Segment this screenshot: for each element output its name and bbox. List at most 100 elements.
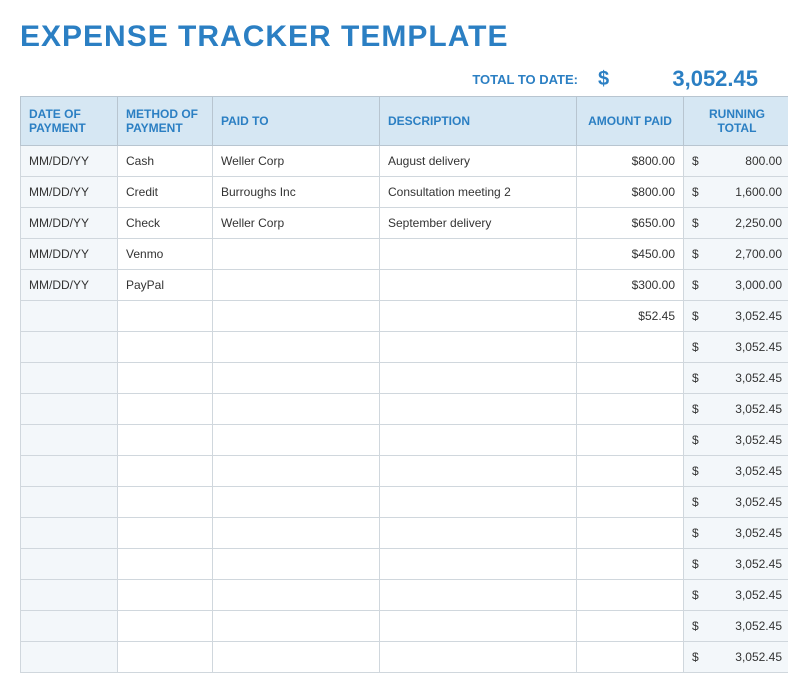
cell-method[interactable] — [118, 363, 213, 394]
cell-date[interactable] — [21, 549, 118, 580]
cell-paidto[interactable] — [213, 549, 380, 580]
cell-desc[interactable] — [380, 580, 577, 611]
cell-date[interactable]: MM/DD/YY — [21, 177, 118, 208]
cell-amount[interactable]: $800.00 — [577, 177, 684, 208]
cell-paidto[interactable] — [213, 456, 380, 487]
cell-paidto[interactable] — [213, 270, 380, 301]
cell-amount[interactable] — [577, 332, 684, 363]
cell-method[interactable] — [118, 394, 213, 425]
cell-running[interactable]: $3,052.45 — [684, 518, 788, 549]
cell-running[interactable]: $3,052.45 — [684, 301, 788, 332]
cell-running[interactable]: $3,052.45 — [684, 487, 788, 518]
cell-paidto[interactable] — [213, 642, 380, 673]
cell-method[interactable] — [118, 456, 213, 487]
cell-amount[interactable] — [577, 456, 684, 487]
cell-running[interactable]: $3,052.45 — [684, 394, 788, 425]
cell-desc[interactable]: September delivery — [380, 208, 577, 239]
cell-date[interactable]: MM/DD/YY — [21, 208, 118, 239]
cell-desc[interactable] — [380, 301, 577, 332]
cell-running[interactable]: $3,052.45 — [684, 580, 788, 611]
cell-running[interactable]: $800.00 — [684, 146, 788, 177]
cell-desc[interactable] — [380, 394, 577, 425]
cell-method[interactable]: Cash — [118, 146, 213, 177]
cell-desc[interactable] — [380, 611, 577, 642]
cell-method[interactable] — [118, 425, 213, 456]
cell-method[interactable]: PayPal — [118, 270, 213, 301]
cell-date[interactable]: MM/DD/YY — [21, 239, 118, 270]
cell-amount[interactable] — [577, 642, 684, 673]
cell-running[interactable]: $3,052.45 — [684, 332, 788, 363]
cell-desc[interactable]: Consultation meeting 2 — [380, 177, 577, 208]
cell-desc[interactable] — [380, 332, 577, 363]
cell-running[interactable]: $3,000.00 — [684, 270, 788, 301]
cell-running[interactable]: $3,052.45 — [684, 549, 788, 580]
cell-desc[interactable]: August delivery — [380, 146, 577, 177]
cell-desc[interactable] — [380, 642, 577, 673]
cell-paidto[interactable] — [213, 301, 380, 332]
cell-paidto[interactable] — [213, 363, 380, 394]
cell-paidto[interactable]: Weller Corp — [213, 208, 380, 239]
cell-amount[interactable]: $650.00 — [577, 208, 684, 239]
cell-method[interactable] — [118, 611, 213, 642]
cell-running[interactable]: $3,052.45 — [684, 456, 788, 487]
cell-amount[interactable] — [577, 487, 684, 518]
cell-method[interactable] — [118, 301, 213, 332]
cell-running[interactable]: $3,052.45 — [684, 642, 788, 673]
cell-paidto[interactable] — [213, 239, 380, 270]
cell-desc[interactable] — [380, 487, 577, 518]
cell-running[interactable]: $3,052.45 — [684, 363, 788, 394]
cell-method[interactable]: Credit — [118, 177, 213, 208]
cell-date[interactable] — [21, 332, 118, 363]
cell-date[interactable] — [21, 394, 118, 425]
cell-amount[interactable]: $800.00 — [577, 146, 684, 177]
cell-paidto[interactable] — [213, 425, 380, 456]
cell-method[interactable] — [118, 487, 213, 518]
cell-paidto[interactable] — [213, 611, 380, 642]
cell-amount[interactable] — [577, 363, 684, 394]
cell-desc[interactable] — [380, 270, 577, 301]
cell-paidto[interactable]: Burroughs Inc — [213, 177, 380, 208]
cell-desc[interactable] — [380, 456, 577, 487]
cell-method[interactable]: Venmo — [118, 239, 213, 270]
cell-method[interactable] — [118, 549, 213, 580]
cell-paidto[interactable] — [213, 394, 380, 425]
cell-amount[interactable] — [577, 611, 684, 642]
cell-running[interactable]: $2,700.00 — [684, 239, 788, 270]
cell-amount[interactable]: $300.00 — [577, 270, 684, 301]
cell-date[interactable] — [21, 425, 118, 456]
cell-running[interactable]: $1,600.00 — [684, 177, 788, 208]
cell-date[interactable]: MM/DD/YY — [21, 270, 118, 301]
cell-running[interactable]: $3,052.45 — [684, 425, 788, 456]
cell-paidto[interactable] — [213, 332, 380, 363]
cell-desc[interactable] — [380, 425, 577, 456]
cell-desc[interactable] — [380, 363, 577, 394]
cell-amount[interactable] — [577, 549, 684, 580]
cell-desc[interactable] — [380, 549, 577, 580]
cell-paidto[interactable] — [213, 487, 380, 518]
cell-date[interactable] — [21, 301, 118, 332]
cell-amount[interactable] — [577, 394, 684, 425]
cell-running[interactable]: $3,052.45 — [684, 611, 788, 642]
cell-amount[interactable] — [577, 580, 684, 611]
cell-date[interactable] — [21, 518, 118, 549]
cell-date[interactable] — [21, 642, 118, 673]
cell-date[interactable] — [21, 363, 118, 394]
cell-amount[interactable]: $450.00 — [577, 239, 684, 270]
cell-paidto[interactable]: Weller Corp — [213, 146, 380, 177]
cell-desc[interactable] — [380, 239, 577, 270]
cell-amount[interactable] — [577, 425, 684, 456]
cell-amount[interactable]: $52.45 — [577, 301, 684, 332]
cell-method[interactable] — [118, 580, 213, 611]
cell-desc[interactable] — [380, 518, 577, 549]
cell-method[interactable] — [118, 518, 213, 549]
cell-paidto[interactable] — [213, 580, 380, 611]
cell-running[interactable]: $2,250.00 — [684, 208, 788, 239]
cell-date[interactable] — [21, 580, 118, 611]
cell-method[interactable] — [118, 642, 213, 673]
cell-date[interactable] — [21, 456, 118, 487]
cell-method[interactable]: Check — [118, 208, 213, 239]
cell-paidto[interactable] — [213, 518, 380, 549]
cell-method[interactable] — [118, 332, 213, 363]
cell-date[interactable] — [21, 611, 118, 642]
cell-amount[interactable] — [577, 518, 684, 549]
